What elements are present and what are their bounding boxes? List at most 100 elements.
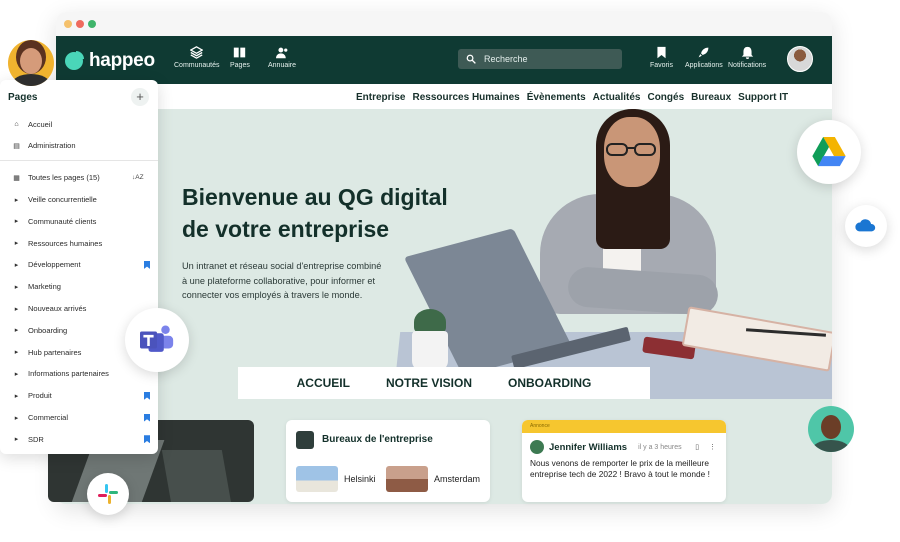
subnav-link[interactable]: Entreprise	[356, 92, 405, 103]
marketing-stage: happeo Communautés Pages Annuaire Recher…	[0, 0, 900, 542]
city-name: Amsterdam	[434, 474, 481, 484]
window-titlebar	[56, 12, 832, 36]
helsinki-photo	[296, 466, 338, 492]
window-dot-green[interactable]	[88, 20, 96, 28]
chevron-right-icon[interactable]: ▸	[12, 239, 21, 247]
post-time: il y a 3 heures	[638, 443, 682, 451]
post-header: Jennifer Williams il y a 3 heures ▯ ⋮	[530, 440, 720, 454]
bookmark-icon	[657, 46, 666, 59]
sidebar-item-administration[interactable]: ▤ Administration	[12, 141, 150, 150]
city-name: Helsinki	[344, 474, 376, 484]
tab-notre-vision[interactable]: NOTRE VISION	[386, 376, 472, 390]
chevron-right-icon[interactable]: ▸	[12, 348, 21, 356]
subnav-link[interactable]: Ressources Humaines	[412, 92, 519, 103]
sidebar-page-item[interactable]: ▸ Informations partenaires	[12, 369, 150, 378]
sidebar-item-label: Ressources humaines	[28, 238, 103, 248]
nav-favoris[interactable]: Favoris	[650, 46, 673, 69]
sidebar-item-label: Commercial	[28, 413, 69, 422]
slack-badge	[87, 473, 129, 515]
chevron-right-icon[interactable]: ▸	[12, 392, 21, 400]
sidebar-page-item[interactable]: ▸ Marketing	[12, 282, 150, 291]
offices-title: Bureaux de l'entreprise	[322, 434, 433, 445]
nav-label: Applications	[685, 62, 723, 69]
sidebar-all-pages[interactable]: ▦ Toutes les pages (15)	[12, 173, 150, 182]
sidebar-item-label: Administration	[28, 141, 76, 150]
sidebar-item-label: Marketing	[28, 282, 61, 292]
sidebar-page-item[interactable]: ▸ Développement	[12, 260, 150, 269]
add-page-button[interactable]: +	[131, 88, 149, 106]
window-dot-yellow[interactable]	[64, 20, 72, 28]
sidebar-divider	[0, 160, 158, 161]
slack-icon	[98, 484, 118, 504]
subnav-link[interactable]: Congés	[647, 92, 684, 103]
sidebar-item-label: Hub partenaires	[28, 347, 82, 357]
sidebar-page-item[interactable]: ▸ Ressources humaines	[12, 239, 150, 248]
tab-onboarding[interactable]: ONBOARDING	[508, 376, 591, 390]
chevron-right-icon[interactable]: ▸	[12, 326, 21, 334]
bookmark-icon[interactable]	[144, 435, 150, 444]
subnav-link[interactable]: Évènements	[527, 92, 586, 103]
top-navbar: happeo Communautés Pages Annuaire Recher…	[56, 36, 832, 84]
search-placeholder: Recherche	[484, 54, 528, 64]
sidebar-page-item[interactable]: ▸ Commercial	[12, 413, 150, 422]
all-pages-label: Toutes les pages (15)	[28, 173, 100, 182]
sidebar-item-label: Informations partenaires	[28, 369, 109, 379]
chevron-right-icon[interactable]: ▸	[12, 217, 21, 225]
rocket-icon	[699, 47, 709, 58]
search-input[interactable]: Recherche	[458, 49, 622, 69]
sidebar-item-label: Onboarding	[28, 325, 68, 335]
chevron-right-icon[interactable]: ▸	[12, 414, 21, 422]
document-icon: ▤	[13, 142, 20, 150]
tab-accueil[interactable]: ACCUEIL	[297, 376, 350, 390]
sidebar-title: Pages	[8, 92, 38, 103]
sidebar-page-item[interactable]: ▸ SDR	[12, 435, 150, 444]
sidebar-item-label: Nouveaux arrivés	[28, 304, 87, 313]
sidebar-page-item[interactable]: ▸ Nouveaux arrivés	[12, 304, 150, 313]
chevron-right-icon[interactable]: ▸	[12, 283, 21, 291]
nav-label: Annuaire	[268, 62, 297, 69]
sidebar-item-label: Veille concurrentielle	[28, 195, 97, 204]
bookmark-icon[interactable]	[144, 413, 150, 422]
pages-sidebar: Pages + ⌂ Accueil ▤ Administration ▦ Tou…	[0, 80, 158, 454]
microsoft-teams-icon	[140, 325, 174, 352]
sidebar-page-item[interactable]: ▸ Veille concurrentielle	[12, 195, 150, 204]
book-icon: ▦	[13, 174, 20, 182]
nav-notifications[interactable]: Notifications	[728, 46, 766, 69]
subnav-link[interactable]: Bureaux	[691, 92, 731, 103]
sort-az-button[interactable]: ↓AZ	[132, 174, 144, 181]
layers-icon	[190, 46, 204, 59]
sidebar-page-item[interactable]: ▸ Produit	[12, 391, 150, 400]
author-avatar[interactable]	[530, 440, 544, 454]
chevron-right-icon[interactable]: ▸	[12, 435, 21, 443]
chevron-right-icon[interactable]: ▸	[12, 305, 21, 313]
nav-applications[interactable]: Applications	[685, 46, 723, 69]
chevron-right-icon[interactable]: ▸	[12, 196, 21, 204]
bookmark-icon[interactable]	[144, 260, 150, 269]
sidebar-page-item[interactable]: ▸ Communauté clients	[12, 217, 150, 226]
nav-communautes[interactable]: Communautés	[174, 46, 220, 69]
bookmark-icon[interactable]	[144, 391, 150, 400]
avatar-face	[20, 48, 42, 74]
search-icon	[466, 54, 476, 64]
happeo-logo[interactable]: happeo	[65, 50, 155, 72]
post-more-icon[interactable]: ▯ ⋮	[695, 443, 720, 451]
user-avatar[interactable]	[787, 46, 813, 72]
sidebar-item-label: Produit	[28, 391, 52, 401]
onedrive-icon	[855, 219, 876, 232]
hero-title: Bienvenue au QG digital de votre entrepr…	[182, 184, 448, 242]
window-dot-red[interactable]	[76, 20, 84, 28]
nav-annuaire[interactable]: Annuaire	[268, 46, 296, 69]
happeo-logo-icon	[65, 51, 84, 70]
nav-pages[interactable]: Pages	[230, 46, 250, 69]
post-body: Nous venons de remporter le prix de la m…	[530, 458, 710, 479]
author-name[interactable]: Jennifer Williams	[549, 442, 627, 453]
subnav-link[interactable]: Actualités	[593, 92, 641, 103]
city-helsinki[interactable]: Helsinki	[296, 466, 376, 492]
chevron-right-icon[interactable]: ▸	[12, 261, 21, 269]
subnav-link[interactable]: Support IT	[738, 92, 788, 103]
people-icon	[275, 47, 287, 59]
sidebar-item-accueil[interactable]: ⌂ Accueil	[12, 120, 150, 129]
city-amsterdam[interactable]: Amsterdam	[386, 466, 480, 492]
chevron-right-icon[interactable]: ▸	[12, 370, 21, 378]
hero-text: Un intranet et réseau social d'entrepris…	[182, 261, 382, 300]
